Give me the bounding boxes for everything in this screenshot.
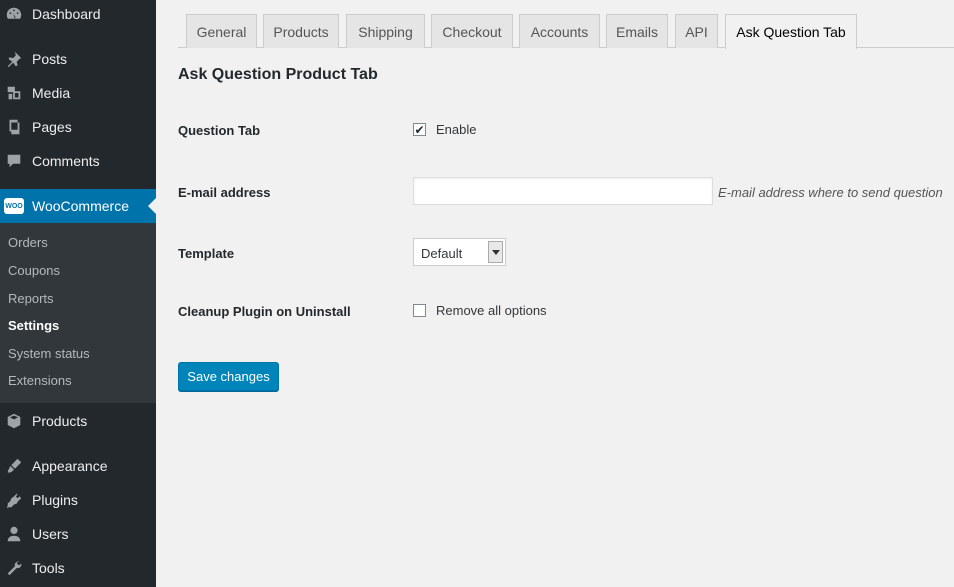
user-icon	[4, 524, 24, 544]
enable-checkbox-label[interactable]: Enable	[436, 122, 476, 137]
page-title: Ask Question Product Tab	[178, 66, 378, 83]
sidebar-item-media[interactable]: Media	[0, 76, 156, 110]
tab-general[interactable]: General	[186, 14, 257, 48]
submenu-item-orders[interactable]: Orders	[8, 235, 48, 250]
sidebar-item-tools[interactable]: Tools	[0, 551, 156, 585]
template-label: Template	[178, 246, 235, 261]
checkmark-icon: ✔	[414, 122, 425, 137]
sidebar-item-comments[interactable]: Comments	[0, 144, 156, 178]
sidebar-item-posts[interactable]: Posts	[0, 42, 156, 76]
sidebar-item-plugins[interactable]: Plugins	[0, 483, 156, 517]
sidebar-item-label: WooCommerce	[32, 198, 129, 214]
submenu-item-system-status[interactable]: System status	[8, 346, 90, 361]
tab-emails[interactable]: Emails	[606, 14, 668, 48]
sidebar-item-label: Users	[32, 526, 69, 542]
sidebar-item-label: Tools	[32, 560, 65, 576]
pin-icon	[4, 49, 24, 69]
remove-options-label[interactable]: Remove all options	[436, 303, 547, 318]
brush-icon	[4, 456, 24, 476]
tab-api[interactable]: API	[675, 14, 718, 48]
tab-ask-question[interactable]: Ask Question Tab	[725, 14, 857, 49]
sidebar-item-label: Plugins	[32, 492, 78, 508]
sidebar-item-label: Appearance	[32, 458, 108, 474]
woocommerce-icon: WOO	[4, 196, 24, 216]
tab-shipping[interactable]: Shipping	[346, 14, 425, 48]
sidebar-item-label: Comments	[32, 153, 100, 169]
sidebar-item-pages[interactable]: Pages	[0, 110, 156, 144]
sidebar-item-label: Products	[32, 413, 88, 429]
dashboard-icon	[4, 4, 24, 24]
question-tab-label: Question Tab	[178, 123, 261, 138]
email-label: E-mail address	[178, 185, 271, 200]
sidebar-item-users[interactable]: Users	[0, 517, 156, 551]
submenu-item-reports[interactable]: Reports	[8, 291, 54, 306]
sidebar-item-label: Media	[32, 85, 71, 101]
woocommerce-submenu: Orders Coupons Reports Settings System s…	[0, 223, 156, 403]
submenu-item-coupons[interactable]: Coupons	[8, 263, 60, 278]
pages-icon	[4, 117, 24, 137]
sidebar-item-appearance[interactable]: Appearance	[0, 449, 156, 483]
plugin-icon	[4, 490, 24, 510]
sidebar-item-label: Pages	[32, 119, 72, 135]
comments-icon	[4, 151, 24, 171]
chevron-down-icon	[488, 241, 503, 263]
sidebar-item-products[interactable]: Products	[0, 404, 156, 438]
remove-options-checkbox[interactable]	[413, 304, 426, 317]
submenu-item-settings[interactable]: Settings	[8, 318, 59, 333]
template-select[interactable]: Default	[413, 238, 506, 266]
media-icon	[4, 83, 24, 103]
email-field[interactable]	[413, 177, 713, 205]
tab-products[interactable]: Products	[263, 14, 339, 48]
sidebar-item-dashboard[interactable]: Dashboard	[0, 0, 156, 31]
wrench-icon	[4, 558, 24, 578]
cleanup-label: Cleanup Plugin on Uninstall	[178, 304, 351, 319]
email-description: E-mail address where to send question	[718, 185, 943, 200]
tab-accounts[interactable]: Accounts	[519, 14, 600, 48]
submenu-item-extensions[interactable]: Extensions	[8, 373, 72, 388]
sidebar-item-label: Dashboard	[32, 6, 101, 22]
enable-checkbox[interactable]: ✔	[413, 123, 426, 136]
template-select-value: Default	[421, 246, 463, 261]
save-button[interactable]: Save changes	[178, 362, 279, 391]
sidebar-item-label: Posts	[32, 51, 68, 67]
settings-tabs: General Products Shipping Checkout Accou…	[178, 0, 954, 49]
products-icon	[4, 411, 24, 431]
admin-sidebar: Dashboard Posts Media Pages Comments WOO…	[0, 0, 156, 587]
sidebar-item-woocommerce[interactable]: WOO WooCommerce	[0, 189, 156, 223]
tab-checkout[interactable]: Checkout	[431, 14, 513, 48]
